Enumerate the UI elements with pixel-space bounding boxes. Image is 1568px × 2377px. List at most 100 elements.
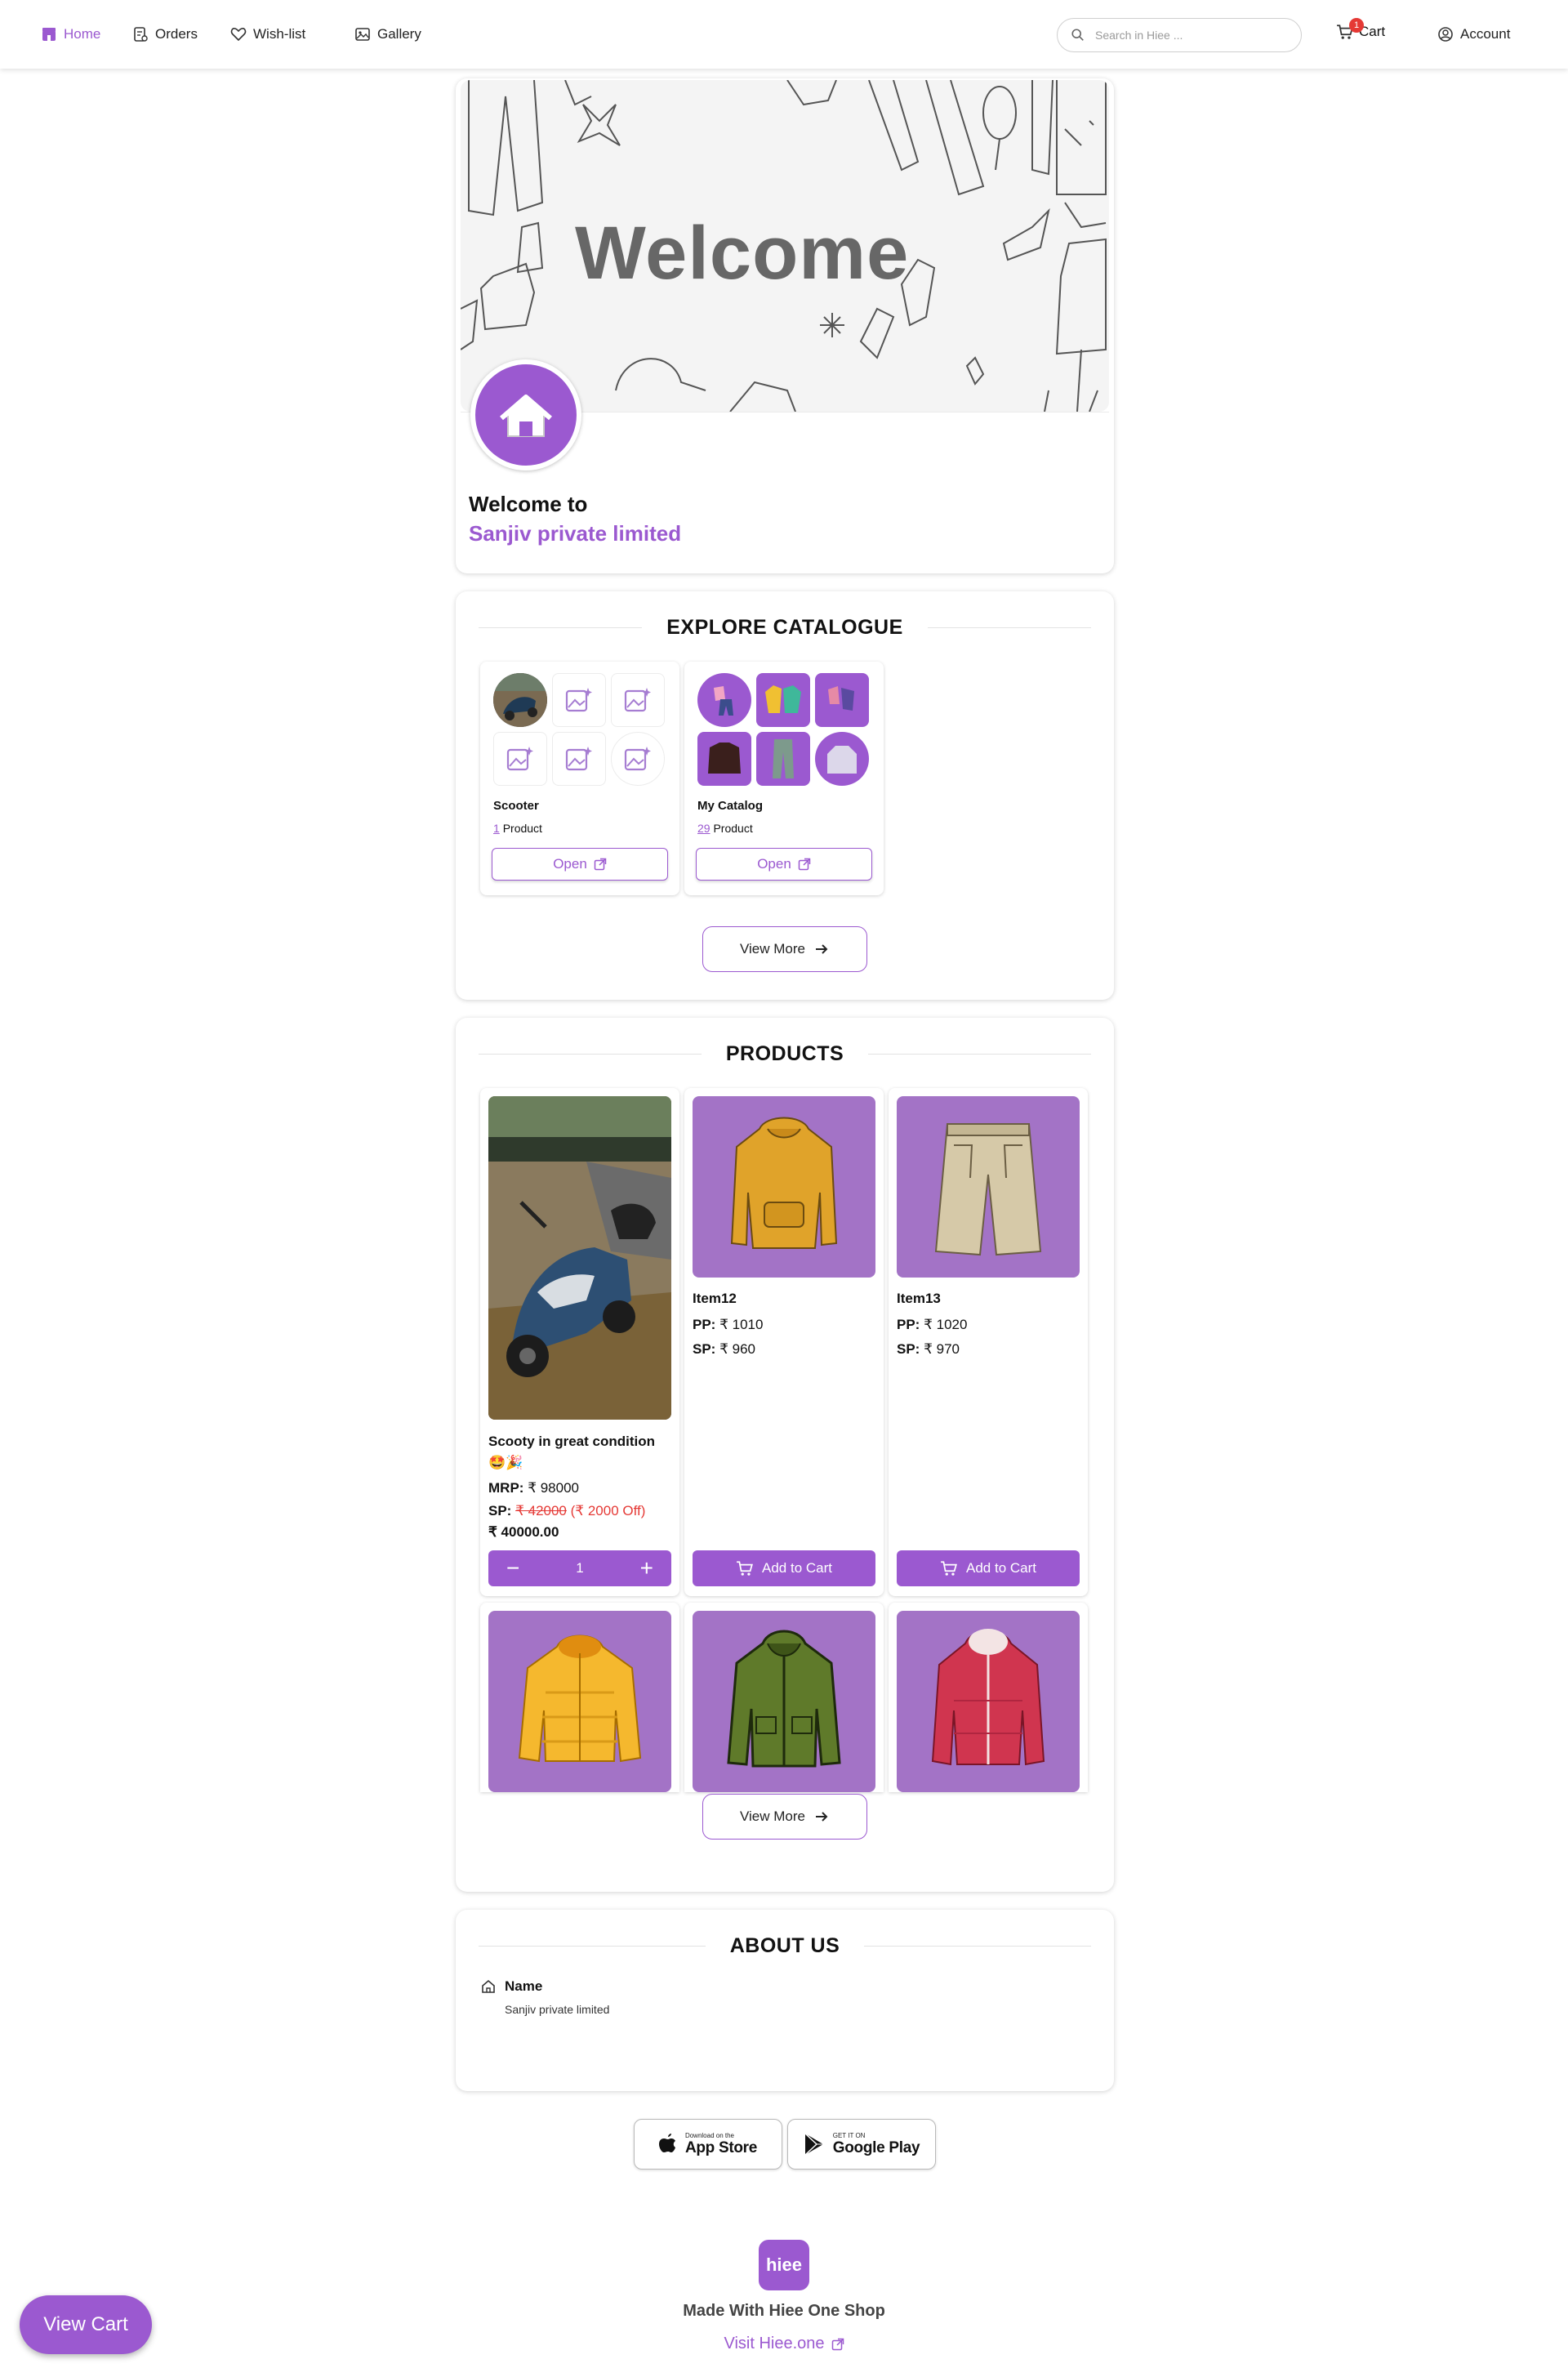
catalog-thumb-clothes [756,673,810,727]
pp-value: ₹ 1020 [924,1317,968,1332]
cart-icon [941,1561,957,1576]
gallery-icon [355,28,370,41]
image-placeholder-icon [611,673,665,727]
app-store-small: Download on the [684,2131,734,2139]
google-play-button[interactable]: GET IT ON Google Play [787,2119,936,2170]
view-more-catalogue-button[interactable]: View More [702,926,867,972]
increment-button[interactable]: + [640,1557,653,1580]
product-name: Scooty in great condition 🤩🎉 [488,1434,656,1470]
search-box[interactable] [1057,18,1302,52]
sp-label: SP: [488,1503,512,1519]
nav-gallery-label: Gallery [377,26,421,42]
nav-account[interactable]: Account [1437,23,1510,46]
catalog-thumb-clothes [697,673,751,727]
app-store-text: Download on the App Store [685,2132,757,2157]
discount-text: (₹ 2000 Off) [570,1503,646,1519]
products-section: PRODUCTS Scooty in great condition 🤩🎉 MR… [456,1018,1114,1892]
sp-label: SP: [897,1341,920,1357]
external-link-icon [798,858,811,871]
home-outline-icon [482,1979,495,1993]
open-catalog-button[interactable]: Open [492,848,668,881]
catalog-count-value[interactable]: 29 [697,822,710,835]
hoodie-image [730,1117,838,1249]
sp-value: ₹ 960 [719,1341,755,1357]
catalog-count: 29 Product [697,822,753,835]
search-input[interactable] [1095,29,1275,42]
nav-gallery[interactable]: Gallery [354,23,421,46]
catalog-count: 1 Product [493,822,542,835]
pp-value: ₹ 1010 [719,1317,764,1332]
catalogue-title: EXPLORE CATALOGUE [666,616,903,639]
view-more-label: View More [740,1808,805,1824]
image-placeholder-icon [552,732,606,786]
heart-icon [230,28,247,42]
product-sp: SP: ₹ 42000 (₹ 2000 Off) [488,1503,645,1519]
product-card[interactable]: Item12 PP: ₹ 1010 SP: ₹ 960 Add to Cart [684,1088,884,1596]
nav-wishlist[interactable]: Wish-list [230,23,305,46]
external-link-icon [594,858,607,871]
product-sp: SP: ₹ 960 [693,1341,755,1358]
title-divider [864,1946,1091,1947]
catalog-thumb-clothes [697,732,751,786]
visit-hiee-link[interactable]: Visit Hiee.one [621,2335,947,2353]
scooter-photo [488,1096,671,1420]
catalog-count-value[interactable]: 1 [493,822,500,835]
open-catalog-button[interactable]: Open [696,848,872,881]
add-to-cart-label: Add to Cart [762,1560,832,1576]
product-image [488,1611,671,1792]
product-image [488,1096,671,1420]
product-image [693,1096,875,1278]
nav-orders[interactable]: Orders [132,23,198,46]
decrement-button[interactable]: − [506,1557,519,1580]
banner-welcome-text: Welcome [575,212,910,295]
final-price: ₹ 40000.00 [488,1524,559,1540]
nav-home[interactable]: Home [41,23,100,46]
title-divider [868,1054,1092,1055]
catalogue-section: EXPLORE CATALOGUE Scooter 1 Product Open… [456,591,1114,1000]
welcome-to-text: Welcome to [469,492,588,516]
google-play-icon [804,2133,823,2156]
home-icon [500,395,552,437]
external-link-icon [831,2338,844,2350]
google-play-small: GET IT ON [832,2131,866,2139]
product-card[interactable] [889,1603,1088,1792]
catalog-thumb-clothes [815,732,869,786]
catalog-card-scooter[interactable]: Scooter 1 Product Open [480,662,679,895]
sp-strike: ₹ 42000 [515,1503,567,1519]
product-card[interactable] [684,1603,884,1792]
catalog-name: My Catalog [697,799,764,813]
about-name-label: Name [505,1978,543,1994]
product-card[interactable]: Scooty in great condition 🤩🎉 MRP: ₹ 9800… [480,1088,679,1596]
about-name-value: Sanjiv private limited [505,2003,610,2016]
add-to-cart-button[interactable]: Add to Cart [897,1550,1080,1586]
hiee-logo[interactable]: hiee [759,2240,809,2290]
view-cart-button[interactable]: View Cart [20,2295,152,2354]
nav-cart[interactable]: 1 Cart [1336,18,1385,41]
title-divider [479,627,643,628]
store-avatar-inner [475,364,577,466]
mrp-label: MRP: [488,1480,524,1496]
nav-orders-label: Orders [155,26,198,42]
view-more-products-button[interactable]: View More [702,1794,867,1840]
products-title: PRODUCTS [725,1042,844,1065]
mrp-value: ₹ 98000 [528,1480,579,1496]
pp-label: PP: [693,1317,716,1332]
title-divider [479,1054,702,1055]
cart-icon-wrap: 1 [1336,18,1364,41]
product-name: Item13 [897,1291,941,1306]
red-jacket-image [931,1629,1045,1766]
products-title-row: PRODUCTS [479,1042,1092,1066]
app-store-big: App Store [684,2138,758,2156]
image-placeholder-icon [493,732,547,786]
cart-count-badge: 1 [1349,18,1364,33]
catalog-card-my-catalog[interactable]: My Catalog 29 Product Open [684,662,884,895]
app-store-button[interactable]: Download on the App Store [634,2119,782,2170]
catalogue-title-row: EXPLORE CATALOGUE [479,616,1091,640]
product-card[interactable] [480,1603,679,1792]
open-label: Open [757,856,791,872]
product-image [897,1096,1080,1278]
add-to-cart-button[interactable]: Add to Cart [693,1550,875,1586]
catalog-name: Scooter [493,799,539,813]
product-card[interactable]: Item13 PP: ₹ 1020 SP: ₹ 970 Add to Cart [889,1088,1088,1596]
apple-icon [658,2134,675,2152]
